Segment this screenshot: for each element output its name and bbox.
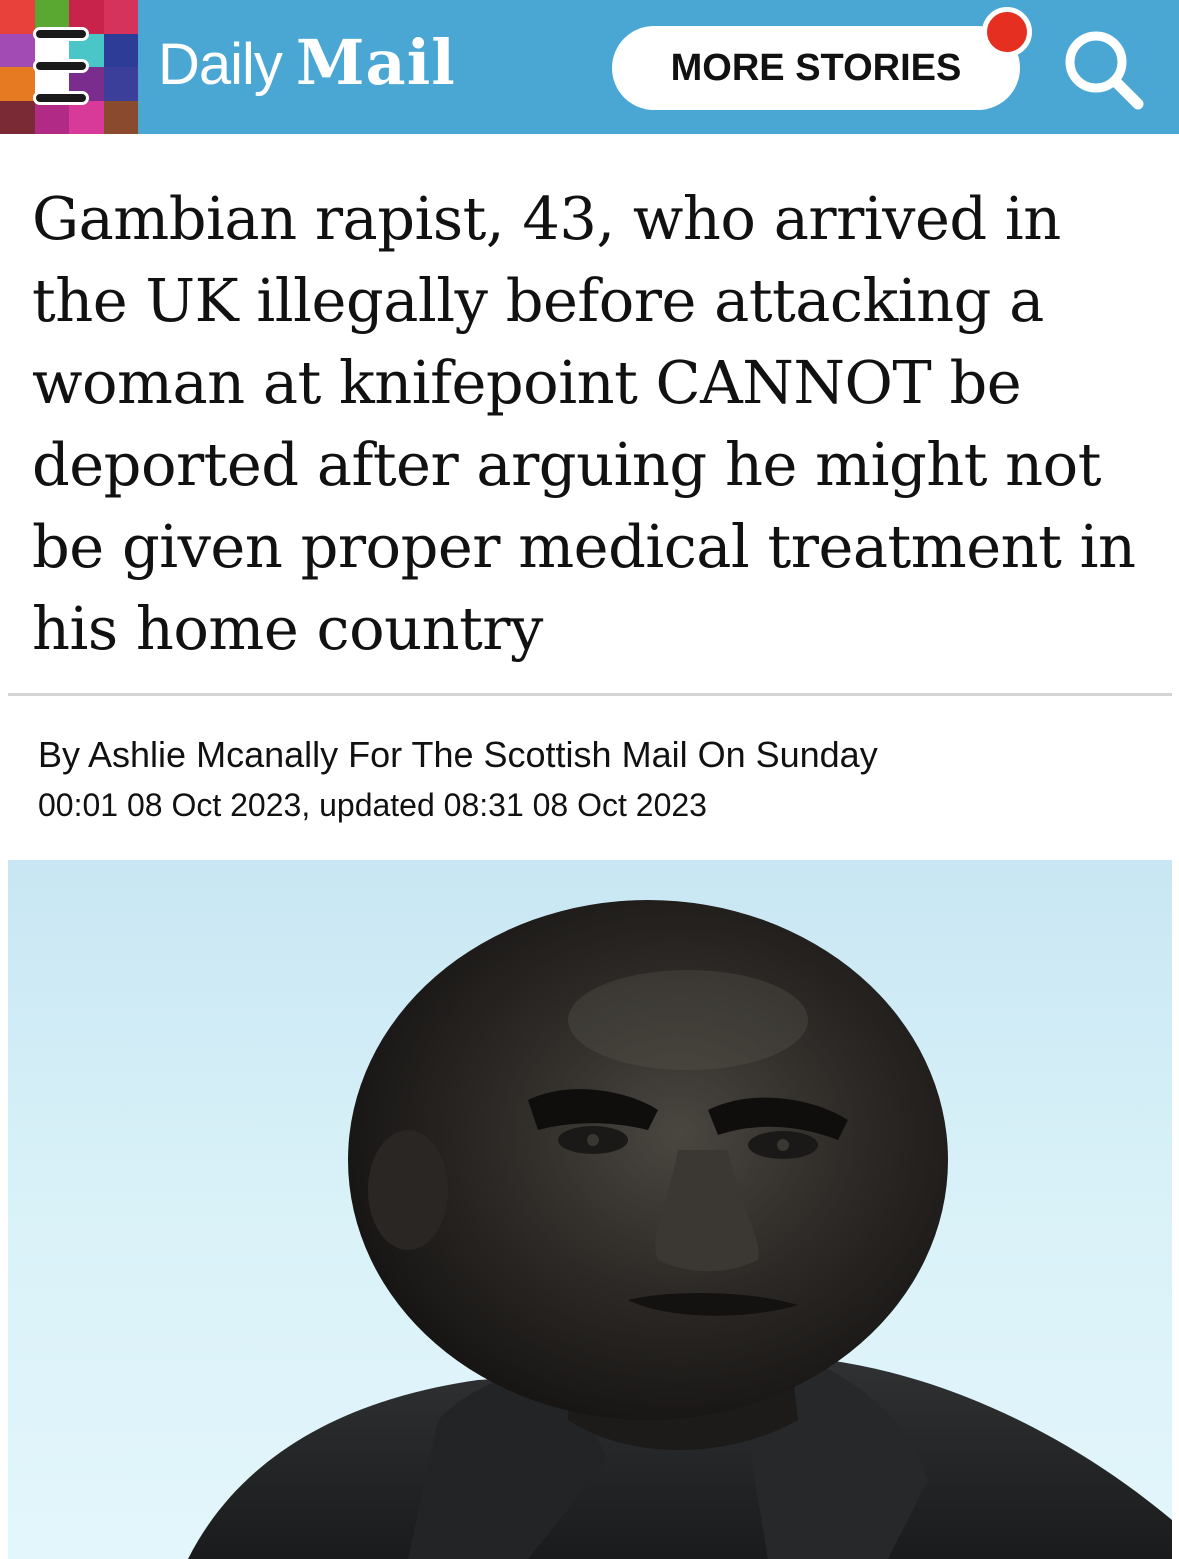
mosaic-tile <box>103 0 138 34</box>
article-photo[interactable] <box>8 860 1172 1559</box>
mosaic-tile <box>34 100 69 134</box>
mosaic-tile <box>103 33 138 67</box>
article-byline[interactable]: By Ashlie Mcanally For The Scottish Mail… <box>38 734 878 776</box>
mosaic-tile <box>0 0 35 34</box>
article-headline: Gambian rapist, 43, who arrived in the U… <box>32 184 1136 663</box>
man-portrait <box>188 900 1172 1559</box>
menu-icon[interactable] <box>31 27 91 105</box>
mosaic-tile <box>0 100 35 134</box>
notification-dot <box>982 7 1032 57</box>
menu-icon-bar <box>33 91 89 105</box>
more-stories-button[interactable]: MORE STORIES <box>612 26 1020 110</box>
top-nav-bar: Daily Mail MORE STORIES <box>0 0 1179 134</box>
mosaic-tile <box>103 100 138 134</box>
search-icon[interactable] <box>1058 24 1148 114</box>
mosaic-tile <box>69 100 104 134</box>
article-timestamp: 00:01 08 Oct 2023, updated 08:31 08 Oct … <box>38 787 707 823</box>
mosaic-tile <box>0 33 35 67</box>
menu-icon-bar <box>33 59 89 73</box>
logo-mail: Mail <box>295 26 456 99</box>
logo-daily: Daily <box>158 32 283 97</box>
menu-icon-bar <box>33 27 89 41</box>
daily-mail-logo[interactable]: Daily Mail <box>158 26 456 106</box>
mosaic-tile <box>0 67 35 101</box>
divider <box>8 693 1172 696</box>
mosaic-tile <box>103 67 138 101</box>
